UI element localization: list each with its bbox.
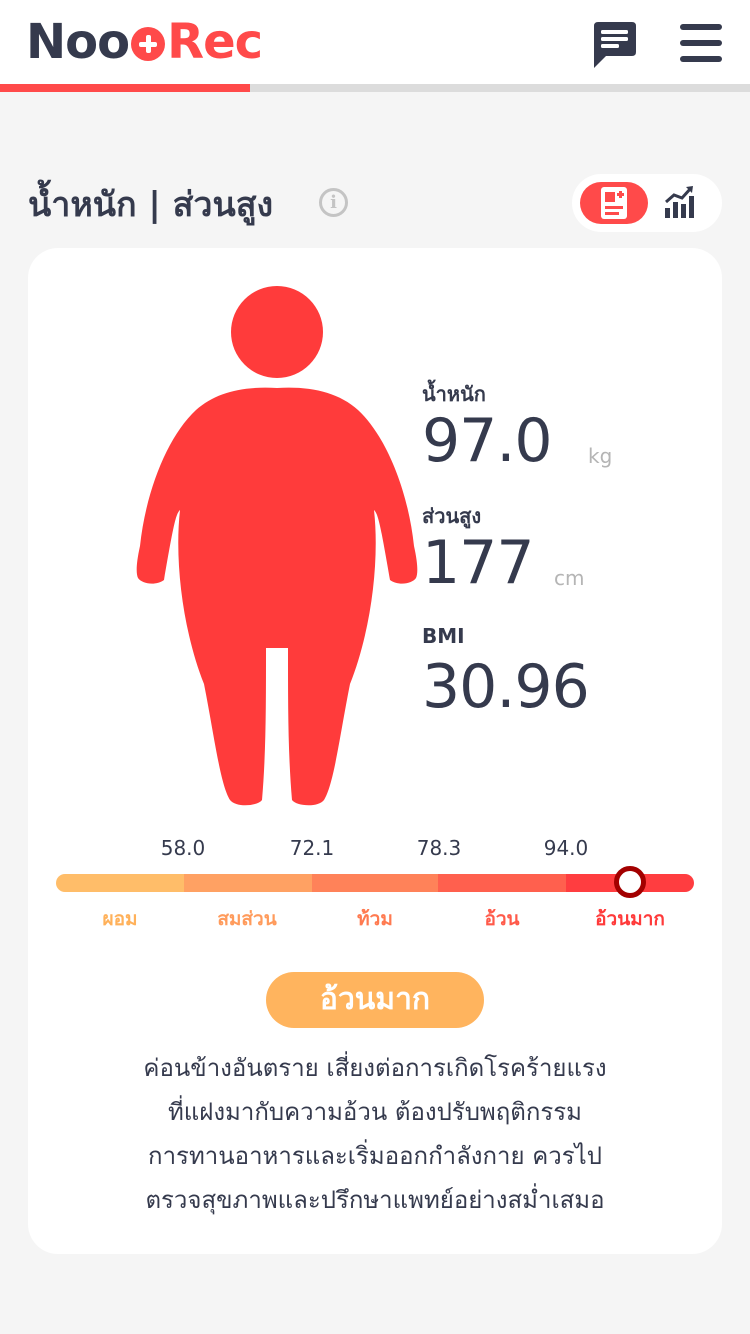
scale-segment-overweight [312, 874, 438, 892]
logo-text-left: Noo [26, 14, 130, 70]
chat-bubble-icon[interactable] [592, 22, 638, 68]
scale-category-labels: ผอม สมส่วน ท้วม อ้วน อ้วนมาก [56, 904, 694, 934]
bar-chart-icon[interactable] [664, 186, 694, 218]
scale-label-very-obese: อ้วนมาก [595, 908, 665, 930]
bmi-value: 30.96 [422, 652, 590, 722]
advice-line: ค่อนข้างอันตราย เสี่ยงต่อการเกิดโรคร้ายแ… [143, 1054, 607, 1082]
threshold-value: 58.0 [160, 836, 206, 860]
bmi-scale-bar [56, 874, 694, 892]
advice-line: ที่แฝงมากับความอ้วน ต้องปรับพฤติกรรม [167, 1098, 583, 1126]
view-toggle [572, 174, 722, 232]
advice-text: ค่อนข้างอันตราย เสี่ยงต่อการเกิดโรคร้ายแ… [60, 1046, 690, 1222]
height-unit: cm [554, 566, 585, 590]
scale-segment-obese [438, 874, 566, 892]
scale-label-overweight: ท้วม [357, 908, 393, 930]
advice-line: การทานอาหารและเริ่มออกกำลังกาย ควรไป [148, 1142, 602, 1170]
logo-text-right: Rec [167, 14, 263, 70]
advice-line: ตรวจสุขภาพและปรึกษาแพทย์อย่างสม่ำเสมอ [145, 1186, 605, 1214]
scale-label-underweight: ผอม [102, 908, 138, 930]
app-logo[interactable]: Noo Rec [26, 14, 263, 70]
toggle-report-button[interactable] [580, 182, 648, 224]
scale-label-obese: อ้วน [484, 908, 520, 930]
hamburger-menu-icon[interactable] [680, 24, 722, 62]
scale-segment-normal [184, 874, 312, 892]
section-title: น้ำหนัก | ส่วนสูง [28, 185, 274, 225]
height-value: 177 [422, 528, 535, 598]
report-icon [601, 187, 627, 219]
weight-value: 97.0 [422, 406, 553, 476]
header-progress-bar [0, 84, 750, 92]
info-icon[interactable]: i [319, 188, 348, 217]
obese-body-figure [136, 286, 418, 806]
scale-label-normal: สมส่วน [217, 908, 277, 930]
weight-unit: kg [588, 444, 613, 468]
threshold-value: 94.0 [543, 836, 589, 860]
plus-circle-icon [131, 27, 166, 61]
bmi-scale-marker [614, 866, 646, 898]
scale-segment-underweight [56, 874, 184, 892]
scale-thresholds: 58.0 72.1 78.3 94.0 [28, 836, 722, 866]
threshold-value: 72.1 [289, 836, 335, 860]
threshold-value: 78.3 [416, 836, 462, 860]
app-header: Noo Rec [0, 0, 750, 92]
header-progress-fill [0, 84, 250, 92]
bmi-label: BMI [422, 624, 465, 648]
status-badge: อ้วนมาก [266, 972, 484, 1028]
